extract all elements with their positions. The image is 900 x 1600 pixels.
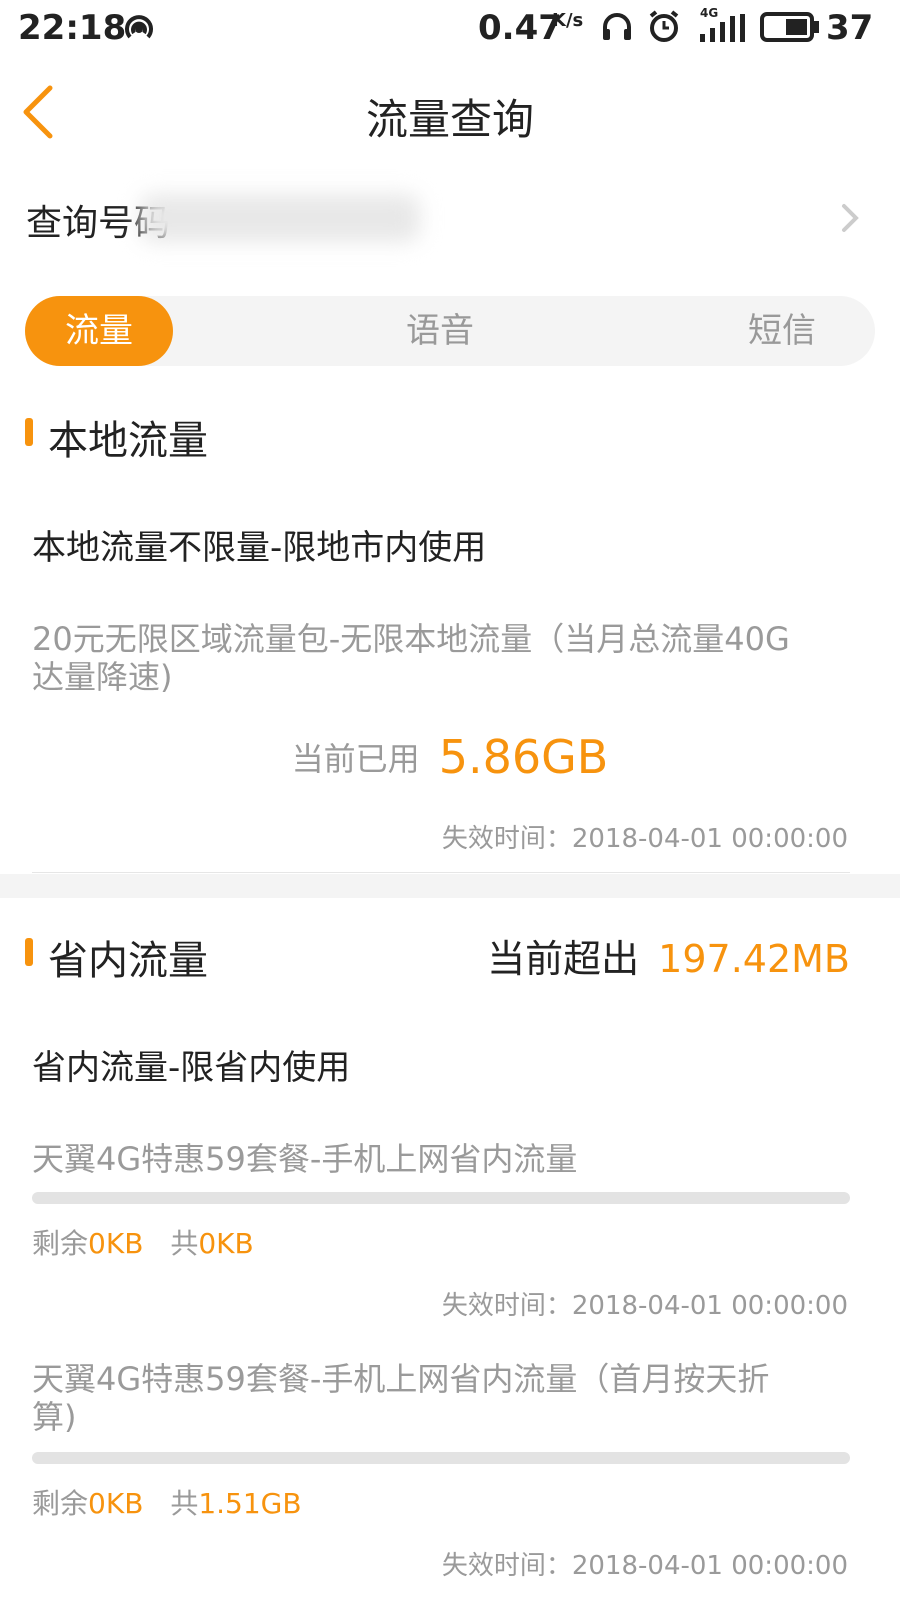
section-gap bbox=[0, 874, 900, 898]
remain-value: 0KB bbox=[88, 1487, 144, 1520]
remain-label: 剩余 bbox=[32, 1487, 89, 1520]
overage-label: 当前超出 bbox=[487, 937, 640, 981]
battery-icon bbox=[760, 12, 819, 42]
package-remaining: 剩余0KB 共0KB bbox=[32, 1222, 254, 1262]
province-section-title: 省内流量 bbox=[48, 938, 208, 984]
used-label: 当前已用 bbox=[291, 740, 420, 778]
query-number-row[interactable]: 查询号码 bbox=[0, 172, 900, 262]
remain-label: 剩余 bbox=[32, 1227, 89, 1260]
total-label: 共 bbox=[170, 1487, 199, 1520]
network-speed: 0.47 bbox=[478, 8, 562, 48]
package-name-line2: 算) bbox=[32, 1398, 77, 1436]
alarm-icon bbox=[649, 10, 679, 42]
province-item-title: 省内流量-限省内使用 bbox=[32, 1048, 351, 1088]
signal-icon bbox=[700, 14, 745, 42]
total-label: 共 bbox=[170, 1227, 199, 1260]
package-progress-bar bbox=[32, 1452, 850, 1464]
package-name: 天翼4G特惠59套餐-手机上网省内流量（首月按天折 bbox=[32, 1360, 770, 1398]
total-value: 1.51GB bbox=[198, 1487, 302, 1520]
tab-data[interactable]: 流量 bbox=[25, 296, 173, 366]
package-name: 天翼4G特惠59套餐-手机上网省内流量 bbox=[32, 1140, 578, 1178]
phone-number-redacted bbox=[140, 194, 420, 242]
hotspot-icon bbox=[125, 15, 153, 39]
overage-value: 197.42MB bbox=[658, 937, 850, 981]
tab-sms[interactable]: 短信 bbox=[717, 296, 847, 366]
page-title: 流量查询 bbox=[365, 95, 534, 144]
headphones-icon bbox=[603, 13, 631, 40]
remain-value: 0KB bbox=[88, 1227, 144, 1260]
local-item-title: 本地流量不限量-限地市内使用 bbox=[32, 528, 487, 568]
package-progress-bar bbox=[32, 1192, 850, 1204]
status-time: 22:18 bbox=[18, 8, 127, 48]
tab-voice[interactable]: 语音 bbox=[375, 296, 505, 366]
local-expire-time: 失效时间：2018-04-01 00:00:00 bbox=[441, 824, 848, 854]
battery-level: 37 bbox=[826, 8, 874, 48]
total-value: 0KB bbox=[198, 1227, 254, 1260]
package-expire-time: 失效时间：2018-04-01 00:00:00 bbox=[441, 1291, 848, 1321]
section-marker bbox=[25, 418, 33, 446]
package-expire-time: 失效时间：2018-04-01 00:00:00 bbox=[441, 1551, 848, 1581]
chevron-right-icon bbox=[842, 204, 859, 232]
used-value: 5.86GB bbox=[438, 730, 609, 784]
section-marker bbox=[25, 938, 33, 966]
package-remaining: 剩余0KB 共1.51GB bbox=[32, 1482, 302, 1522]
tab-bar: 流量 语音 短信 bbox=[25, 296, 875, 366]
local-section-title: 本地流量 bbox=[48, 418, 208, 464]
divider bbox=[32, 872, 850, 873]
network-speed-unit: K/s bbox=[552, 10, 584, 31]
local-package-desc-line1: 20元无限区域流量包-无限本地流量（当月总流量40G bbox=[32, 620, 790, 658]
province-overage: 当前超出 197.42MB bbox=[487, 928, 850, 983]
local-package-desc-line2: 达量降速) bbox=[32, 658, 173, 696]
local-usage: 当前已用 5.86GB bbox=[0, 730, 900, 784]
